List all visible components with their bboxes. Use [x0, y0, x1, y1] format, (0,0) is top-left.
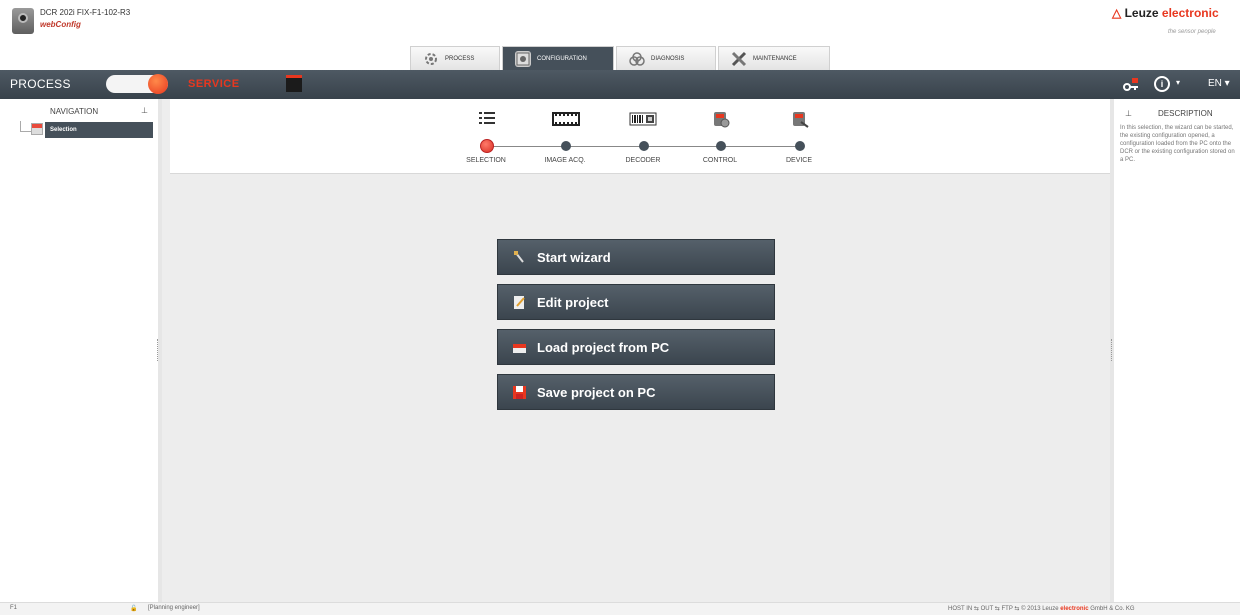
step-dot: [639, 141, 649, 151]
maintenance-icon: [731, 51, 747, 67]
connection-indicators: HOST IN ⇆ OUT ⇆ FTP ⇆ © 2013 Leuze: [948, 606, 1061, 612]
step-label: CONTROL: [702, 157, 738, 164]
step-label: SELECTION: [466, 157, 506, 164]
load-icon: [513, 340, 526, 355]
step-label: IMAGE ACQ.: [544, 157, 586, 164]
copyright-accent: electronic: [1060, 606, 1089, 612]
info-icon[interactable]: i: [1154, 76, 1170, 92]
status-bar: F1 🔓 [Planning engineer] HOST IN ⇆ OUT ⇆…: [0, 602, 1240, 615]
info-caret[interactable]: ▾: [1176, 78, 1180, 87]
tab-label: MAINTENANCE: [753, 55, 797, 62]
app-header: DCR 202i FIX-F1-102-R3 webConfig △ Leuze…: [0, 0, 1240, 46]
tab-label: DIAGNOSIS: [651, 55, 685, 62]
control-icon: [712, 110, 730, 128]
step-image-acq[interactable]: IMAGE ACQ.: [520, 99, 610, 173]
step-device[interactable]: DEVICE: [754, 99, 844, 173]
device-icon: [12, 8, 34, 34]
description-panel: ⊥ DESCRIPTION In this selection, the wiz…: [1110, 99, 1240, 602]
button-label: Edit project: [537, 295, 609, 310]
edit-project-button[interactable]: Edit project: [497, 284, 775, 320]
monitor-icon[interactable]: [286, 75, 302, 92]
navigation-title: NAVIGATION: [50, 107, 99, 116]
save-project-button[interactable]: Save project on PC: [497, 374, 775, 410]
tab-configuration[interactable]: CONFIGURATION: [502, 46, 614, 70]
tree-connector: [20, 121, 31, 132]
navigation-panel: NAVIGATION ⊥ Selection: [0, 99, 162, 602]
film-icon: [552, 110, 580, 128]
step-selection[interactable]: SELECTION: [441, 99, 531, 173]
tab-maintenance[interactable]: MAINTENANCE: [718, 46, 830, 70]
step-label: DEVICE: [785, 157, 813, 164]
mode-toolbar: PROCESS SERVICE i ▾ EN ▾: [0, 70, 1240, 99]
connection-status: HOST IN ⇆ OUT ⇆ FTP ⇆ © 2013 Leuze elect…: [948, 605, 1135, 612]
load-project-button[interactable]: Load project from PC: [497, 329, 775, 365]
mode-process-label[interactable]: PROCESS: [10, 77, 71, 91]
help-shortcut[interactable]: F1: [10, 605, 17, 611]
brand-triangle-icon: △: [1112, 6, 1122, 20]
wizard-steps: SELECTION IMAGE ACQ. DECODER CONTROL DEV…: [170, 99, 1110, 174]
selection-node-icon: [31, 123, 43, 135]
pin-icon[interactable]: ⊥: [1125, 109, 1132, 118]
brand-prefix: Leuze: [1124, 6, 1162, 20]
tab-label: CONFIGURATION: [537, 55, 587, 62]
copyright-suffix: GmbH & Co. KG: [1088, 606, 1135, 612]
tagline: the sensor people: [1168, 29, 1216, 35]
start-wizard-button[interactable]: Start wizard: [497, 239, 775, 275]
tab-label: PROCESS: [445, 55, 475, 62]
panel-splitter[interactable]: [157, 339, 160, 361]
app-name: webConfig: [40, 20, 81, 29]
mode-service-label[interactable]: SERVICE: [188, 78, 240, 90]
step-dot: [716, 141, 726, 151]
language-select[interactable]: EN ▾: [1208, 78, 1230, 89]
device-name: DCR 202i FIX-F1-102-R3: [40, 8, 131, 17]
configuration-icon: [515, 50, 531, 67]
description-text: In this selection, the wizard can be sta…: [1120, 125, 1235, 163]
process-icon: [423, 51, 439, 67]
step-dot: [480, 139, 494, 153]
button-label: Save project on PC: [537, 385, 656, 400]
edit-icon: [513, 295, 526, 310]
step-control[interactable]: CONTROL: [675, 99, 765, 173]
tab-diagnosis[interactable]: DIAGNOSIS: [616, 46, 716, 70]
main-tabs: PROCESS CONFIGURATION DIAGNOSIS MAINTENA…: [410, 46, 832, 70]
key-icon[interactable]: [1123, 78, 1139, 92]
main-content: SELECTION IMAGE ACQ. DECODER CONTROL DEV…: [162, 99, 1110, 602]
brand-accent: electronic: [1161, 6, 1219, 20]
nav-item-selection[interactable]: Selection: [45, 122, 153, 138]
save-icon: [513, 385, 526, 400]
lock-icon: 🔓: [130, 606, 138, 612]
tab-process[interactable]: PROCESS: [410, 46, 500, 70]
brand-logo: △ Leuze electronic: [1112, 6, 1219, 20]
wand-icon: [513, 250, 526, 265]
step-dot: [561, 141, 571, 151]
toggle-knob[interactable]: [148, 74, 168, 94]
diagnosis-icon: [629, 51, 645, 67]
user-role: [Planning engineer]: [148, 605, 200, 611]
list-icon: [478, 110, 496, 128]
pin-icon[interactable]: ⊥: [141, 106, 148, 115]
barcode-icon: [629, 110, 657, 128]
panel-splitter[interactable]: [1111, 339, 1114, 361]
step-dot: [795, 141, 805, 151]
button-label: Start wizard: [537, 250, 611, 265]
mode-toggle[interactable]: [106, 74, 168, 94]
button-label: Load project from PC: [537, 340, 670, 355]
device-icon: [791, 110, 809, 128]
description-title: DESCRIPTION: [1158, 109, 1213, 118]
